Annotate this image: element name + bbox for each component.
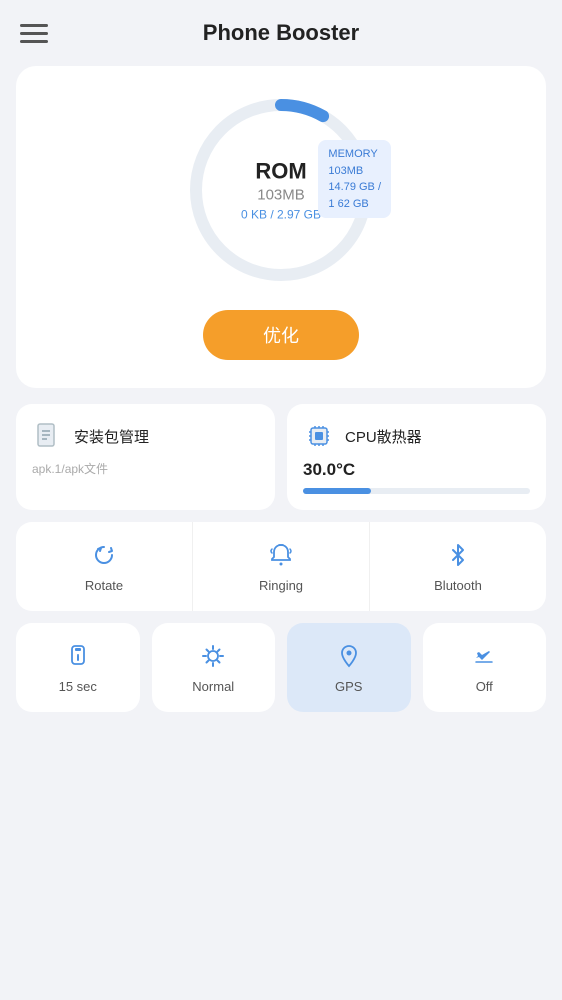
cpu-title: CPU散热器 xyxy=(345,426,422,447)
blutooth-label: Blutooth xyxy=(434,578,482,593)
15sec-item[interactable]: 15 sec xyxy=(16,623,140,712)
rom-card: ROM 103MB 0 KB / 2.97 GB MEMORY 103MB 14… xyxy=(16,66,546,388)
quick-row-1: Rotate Ringing Blutooth xyxy=(16,522,546,611)
normal-label: Normal xyxy=(192,679,234,694)
off-item[interactable]: Off xyxy=(423,623,547,712)
apk-title: 安装包管理 xyxy=(74,426,149,447)
gps-icon xyxy=(334,641,364,671)
optimize-button[interactable]: 优化 xyxy=(203,310,359,360)
ringing-item[interactable]: Ringing xyxy=(193,522,370,611)
cpu-card[interactable]: CPU散热器 30.0°C xyxy=(287,404,546,510)
quick-row-2: 15 sec Normal GPS xyxy=(16,623,546,712)
apk-icon xyxy=(32,420,64,452)
cpu-temp: 30.0°C xyxy=(303,460,530,480)
cpu-progress-fill xyxy=(303,488,371,494)
gps-item[interactable]: GPS xyxy=(287,623,411,712)
header: Phone Booster xyxy=(0,0,562,56)
cpu-progress-bg xyxy=(303,488,530,494)
blutooth-icon xyxy=(443,540,473,570)
menu-button[interactable] xyxy=(20,24,48,43)
apk-card-header: 安装包管理 xyxy=(32,420,259,452)
badge-line1: MEMORY xyxy=(328,146,381,163)
info-cards-row: 安装包管理 apk.1/apk文件 xyxy=(16,404,546,510)
15sec-icon xyxy=(63,641,93,671)
rom-label: ROM xyxy=(241,159,321,185)
normal-icon xyxy=(198,641,228,671)
badge-line4: 1 62 GB xyxy=(328,196,381,213)
badge-line2: 103MB xyxy=(328,163,381,180)
cpu-card-header: CPU散热器 xyxy=(303,420,530,452)
apk-sub: apk.1/apk文件 xyxy=(32,460,259,477)
rotate-icon xyxy=(89,540,119,570)
normal-item[interactable]: Normal xyxy=(152,623,276,712)
ringing-icon xyxy=(266,540,296,570)
off-label: Off xyxy=(476,679,493,694)
ringing-label: Ringing xyxy=(259,578,303,593)
apk-card[interactable]: 安装包管理 apk.1/apk文件 xyxy=(16,404,275,510)
rotate-label: Rotate xyxy=(85,578,123,593)
rom-sub: 0 KB / 2.97 GB xyxy=(241,208,321,222)
gauge-center: ROM 103MB 0 KB / 2.97 GB xyxy=(241,159,321,222)
rom-value: 103MB xyxy=(241,187,321,204)
blutooth-item[interactable]: Blutooth xyxy=(370,522,546,611)
gps-label: GPS xyxy=(335,679,362,694)
rotate-item[interactable]: Rotate xyxy=(16,522,193,611)
15sec-label: 15 sec xyxy=(59,679,97,694)
cpu-icon xyxy=(303,420,335,452)
memory-badge: MEMORY 103MB 14.79 GB / 1 62 GB xyxy=(318,140,391,218)
page-title: Phone Booster xyxy=(203,20,359,46)
off-icon xyxy=(469,641,499,671)
gauge-container: ROM 103MB 0 KB / 2.97 GB MEMORY 103MB 14… xyxy=(181,90,381,290)
badge-line3: 14.79 GB / xyxy=(328,179,381,196)
